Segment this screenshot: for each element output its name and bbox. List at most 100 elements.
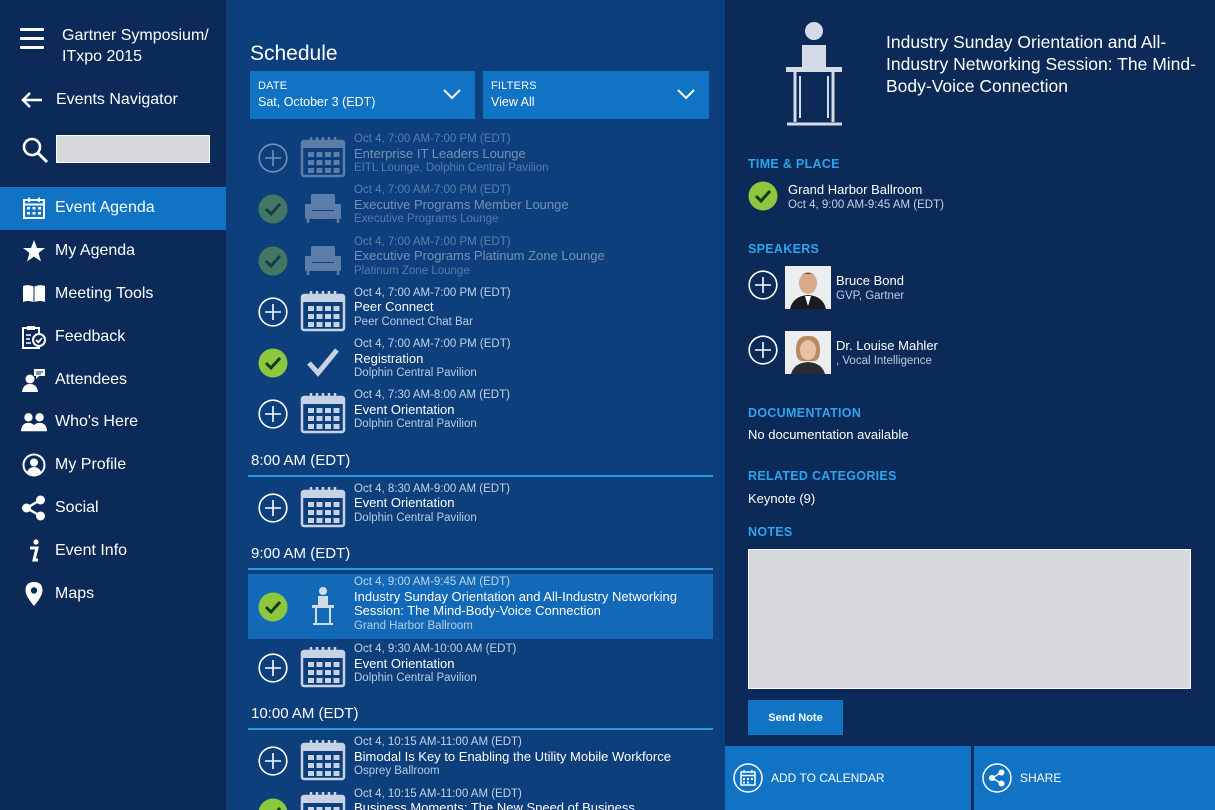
add-circle-icon[interactable] — [258, 653, 288, 683]
documentation-text: No documentation available — [748, 427, 909, 442]
nav-item-label: Feedback — [55, 327, 126, 345]
date-picker[interactable]: DATE Sat, October 3 (EDT) — [250, 71, 475, 119]
profile-icon — [21, 452, 47, 478]
speaker-photo — [785, 331, 831, 374]
nav-item-label: Event Info — [55, 541, 128, 559]
session-title: Industry Sunday Orientation and All-Indu… — [886, 32, 1196, 96]
session-location: Dolphin Central Pavilion — [354, 418, 477, 431]
share-label: SHARE — [1020, 771, 1062, 785]
related-categories-heading: RELATED CATEGORIES — [748, 469, 897, 483]
session-row[interactable]: Oct 4, 7:00 AM-7:00 PM (EDT) Registration… — [248, 336, 713, 387]
session-row[interactable]: Oct 4, 10:15 AM-11:00 AM (EDT) Bimodal Is… — [248, 734, 713, 785]
events-navigator-label: Events Navigator — [56, 91, 178, 108]
check-circle-icon[interactable] — [258, 348, 288, 378]
session-time: Oct 4, 8:30 AM-9:00 AM (EDT) — [354, 482, 510, 495]
events-navigator-back[interactable]: Events Navigator — [0, 84, 226, 116]
add-to-calendar-label: ADD TO CALENDAR — [771, 771, 885, 785]
nav-item-social[interactable]: Social — [0, 487, 226, 530]
check-circle-icon[interactable] — [258, 246, 288, 276]
place-time: Oct 4, 9:00 AM-9:45 AM (EDT) — [788, 199, 944, 211]
session-text: Oct 4, 7:00 AM-7:00 PM (EDT) Executive Pr… — [354, 235, 705, 279]
session-location: Executive Programs Lounge — [354, 213, 499, 226]
session-time: Oct 4, 7:00 AM-7:00 PM (EDT) — [354, 286, 511, 299]
calendar-icon — [300, 290, 346, 332]
nav-item-attendees[interactable]: Attendees — [0, 358, 226, 401]
session-row[interactable]: Oct 4, 7:00 AM-7:00 PM (EDT) Enterprise I… — [248, 131, 713, 182]
session-location: Grand Harbor Ballroom — [354, 619, 473, 632]
calendar-circle-icon — [733, 763, 763, 793]
add-circle-icon[interactable] — [748, 335, 778, 370]
add-circle-icon[interactable] — [258, 493, 288, 523]
clipboard-check-icon — [21, 324, 47, 350]
session-text: Oct 4, 7:00 AM-7:00 PM (EDT) Enterprise I… — [354, 132, 705, 176]
speaker-item[interactable]: Bruce Bond GVP, Gartner — [748, 266, 904, 309]
nav-item-who-s-here[interactable]: Who's Here — [0, 401, 226, 444]
back-arrow-icon — [21, 91, 45, 109]
check-circle-icon[interactable] — [258, 592, 288, 622]
search-icon[interactable] — [21, 136, 49, 164]
session-row[interactable]: Oct 4, 7:30 AM-8:00 AM (EDT) Event Orient… — [248, 387, 713, 438]
check-circle-icon[interactable] — [258, 194, 288, 224]
time-slot-header: 10:00 AM (EDT) — [248, 692, 713, 731]
add-circle-icon[interactable] — [258, 143, 288, 173]
session-text: Oct 4, 7:00 AM-7:00 PM (EDT) Registration… — [354, 337, 705, 381]
calendar-icon — [300, 137, 346, 178]
session-location: EITL Lounge, Dolphin Central Pavilion — [354, 162, 549, 174]
nav-item-meeting-tools[interactable]: Meeting Tools — [0, 273, 226, 316]
session-time: Oct 4, 7:30 AM-8:00 AM (EDT) — [354, 389, 510, 402]
time-place: Grand Harbor Ballroom Oct 4, 9:00 AM-9:4… — [748, 181, 944, 216]
filters-value: View All — [491, 95, 535, 109]
add-to-calendar-button[interactable]: ADD TO CALENDAR — [725, 746, 971, 810]
session-text: Oct 4, 10:15 AM-11:00 AM (EDT) Bimodal Is… — [354, 735, 705, 779]
session-location: Peer Connect Chat Bar — [354, 315, 473, 328]
add-circle-icon[interactable] — [748, 270, 778, 305]
session-row[interactable]: Oct 4, 10:15 AM-11:00 AM (EDT) Business M… — [248, 786, 713, 810]
check-circle-icon[interactable] — [258, 798, 288, 810]
session-text: Oct 4, 7:30 AM-8:00 AM (EDT) Event Orient… — [354, 388, 705, 432]
check-circle-icon[interactable] — [748, 181, 778, 216]
session-title: Event Orientation — [354, 655, 455, 671]
session-text: Oct 4, 7:00 AM-7:00 PM (EDT) Peer Connect… — [354, 286, 705, 330]
nav-item-my-profile[interactable]: My Profile — [0, 444, 226, 487]
session-time: Oct 4, 7:00 AM-7:00 PM (EDT) — [354, 133, 511, 145]
calendar-icon — [300, 791, 346, 810]
add-circle-icon[interactable] — [258, 746, 288, 776]
speaker-item[interactable]: Dr. Louise Mahler , Vocal Intelligence — [748, 331, 938, 374]
app-title: Gartner Symposium/ ITxpo 2015 — [62, 27, 209, 65]
search-input[interactable] — [56, 135, 210, 163]
calendar-icon — [300, 647, 346, 688]
share-button[interactable]: SHARE — [974, 746, 1215, 810]
nav-item-event-agenda[interactable]: Event Agenda — [0, 187, 226, 230]
session-row[interactable]: Oct 4, 7:00 AM-7:00 PM (EDT) Peer Connect… — [248, 285, 713, 336]
nav-item-maps[interactable]: Maps — [0, 572, 226, 615]
chevron-down-icon — [443, 87, 461, 105]
sidebar: Gartner Symposium/ ITxpo 2015 Events Nav… — [0, 0, 226, 810]
date-value: Sat, October 3 (EDT) — [258, 95, 376, 109]
speakers-heading: SPEAKERS — [748, 242, 820, 256]
session-text: Oct 4, 9:30 AM-10:00 AM (EDT) Event Orien… — [354, 642, 705, 686]
podium-icon — [783, 20, 843, 135]
send-note-button[interactable]: Send Note — [748, 700, 843, 735]
search-bar — [0, 130, 226, 170]
session-time: Oct 4, 7:00 AM-7:00 PM (EDT) — [354, 184, 511, 197]
session-location: Dolphin Central Pavilion — [354, 672, 477, 685]
nav-item-my-agenda[interactable]: My Agenda — [0, 230, 226, 273]
session-row[interactable]: Oct 4, 7:00 AM-7:00 PM (EDT) Executive Pr… — [248, 182, 713, 233]
nav-item-label: My Agenda — [55, 242, 136, 260]
nav-item-label: Event Agenda — [55, 199, 155, 217]
nav-item-event-info[interactable]: Event Info — [0, 529, 226, 572]
session-row[interactable]: Oct 4, 9:30 AM-10:00 AM (EDT) Event Orien… — [248, 641, 713, 692]
session-row[interactable]: Oct 4, 7:00 AM-7:00 PM (EDT) Executive Pr… — [248, 234, 713, 285]
session-title: Event Orientation — [354, 401, 455, 417]
speaker-photo — [785, 266, 831, 309]
add-circle-icon[interactable] — [258, 399, 288, 430]
nav-item-label: Who's Here — [55, 413, 139, 431]
session-row[interactable]: Oct 4, 8:30 AM-9:00 AM (EDT) Event Orient… — [248, 481, 713, 532]
session-row[interactable]: Oct 4, 9:00 AM-9:45 AM (EDT) Industry Sun… — [248, 574, 713, 640]
nav-item-feedback[interactable]: Feedback — [0, 315, 226, 358]
add-circle-icon[interactable] — [258, 297, 288, 327]
filters-picker[interactable]: FILTERS View All — [483, 71, 709, 119]
category-link[interactable]: Keynote (9) — [748, 491, 815, 506]
hamburger-menu-icon[interactable] — [20, 28, 44, 49]
notes-input[interactable] — [748, 549, 1191, 689]
